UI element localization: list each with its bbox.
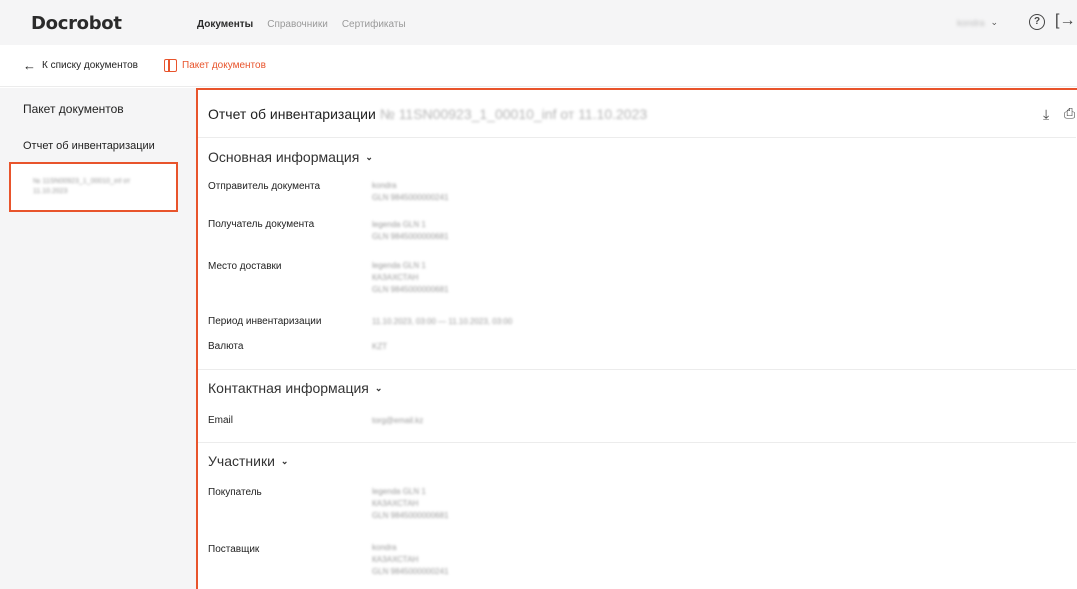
document-header: Отчет об инвентаризации № 11SN00923_1_000… [208,106,647,122]
divider [198,137,1076,138]
download-icon[interactable]: ⤓ [1043,106,1049,123]
supplier-label: Поставщик [208,544,260,555]
supplier-gln: GLN 9845000000241 [372,567,449,576]
package-label: Пакет документов [182,60,266,71]
sidebar-title: Пакет документов [23,102,124,116]
receiver-value: legenda GLN 1 GLN 9845000000681 [372,219,449,243]
document-title: Отчет об инвентаризации [208,106,376,122]
package-link[interactable]: Пакет документов [164,59,266,72]
sidebar-item-inventory-report[interactable]: Отчет об инвентаризации [23,140,155,152]
period-value: 11.10.2023, 03:00 — 11.10.2023, 03:00 [372,317,513,326]
sender-value: kondra GLN 9845000000241 [372,180,449,204]
breadcrumb: ← К списку документов Пакет документов [0,45,1077,87]
chevron-down-icon: ⌄ [280,455,289,466]
delivery-name: legenda GLN 1 [372,261,426,270]
panel-icon [164,59,177,72]
user-menu[interactable]: kondra ⌄ [957,17,998,28]
document-panel: Отчет об инвентаризации № 11SN00923_1_000… [196,88,1077,589]
sender-gln: GLN 9845000000241 [372,193,449,202]
help-icon[interactable]: ? [1029,14,1045,30]
delivery-country: КАЗАХСТАН [372,273,419,282]
supplier-value: kondra КАЗАХСТАН GLN 9845000000241 [372,542,449,578]
section-contact-title: Контактная информация [208,380,369,396]
chevron-down-icon: ⌄ [990,17,999,27]
section-basic-toggle[interactable]: Основная информация ⌄ [208,149,373,165]
email-value: torg@email.kz [372,416,424,425]
logout-icon[interactable]: [→ [1055,12,1075,30]
sidebar-document-selected[interactable]: № 11SN00923_1_00010_inf от 11.10.2023 [9,162,178,212]
buyer-name: legenda GLN 1 [372,487,426,496]
supplier-name: kondra [372,543,397,552]
buyer-value: legenda GLN 1 КАЗАХСТАН GLN 984500000068… [372,486,449,522]
divider [198,442,1076,443]
nav-directories[interactable]: Справочники [267,19,328,30]
document-number: № 11SN00923_1_00010_inf от 11.10.2023 [379,106,648,122]
email-label: Email [208,415,234,426]
section-contact-toggle[interactable]: Контактная информация ⌄ [208,380,382,396]
delivery-label: Место доставки [208,261,282,272]
nav-certificates[interactable]: Сертификаты [342,19,406,30]
delivery-gln: GLN 9845000000681 [372,285,449,294]
sender-label: Отправитель документа [208,181,321,192]
buyer-label: Покупатель [208,487,262,498]
back-label: К списку документов [42,60,138,71]
back-to-list-link[interactable]: ← К списку документов [23,57,138,73]
receiver-name: legenda GLN 1 [372,220,426,229]
chevron-down-icon: ⌄ [374,382,383,393]
receiver-gln: GLN 9845000000681 [372,232,449,241]
chevron-down-icon: ⌄ [365,151,373,162]
nav-documents[interactable]: Документы [197,19,253,30]
section-participants-toggle[interactable]: Участники ⌄ [208,453,288,469]
top-bar: Docrobot Документы Справочники Сертифика… [0,0,1077,45]
sender-name: kondra [372,181,397,190]
period-label: Период инвентаризации [208,316,322,327]
currency-label: Валюта [208,341,244,352]
buyer-country: КАЗАХСТАН [372,499,419,508]
print-icon[interactable]: ⎙ [1064,105,1075,122]
delivery-value: legenda GLN 1 КАЗАХСТАН GLN 984500000068… [372,260,449,296]
arrow-left-icon: ← [23,57,36,73]
receiver-label: Получатель документа [208,219,315,230]
user-name: kondra [957,17,985,28]
main-nav: Документы Справочники Сертификаты [197,19,406,30]
sidebar-document-number: № 11SN00923_1_00010_inf от 11.10.2023 [33,178,131,195]
buyer-gln: GLN 9845000000681 [372,511,449,520]
logo[interactable]: Docrobot [31,13,122,34]
supplier-country: КАЗАХСТАН [372,555,419,564]
sidebar: Пакет документов Отчет об инвентаризации… [0,88,197,589]
currency-value: KZT [372,342,388,351]
section-basic-title: Основная информация [208,149,360,165]
section-participants-title: Участники [208,453,275,469]
divider [198,369,1076,370]
